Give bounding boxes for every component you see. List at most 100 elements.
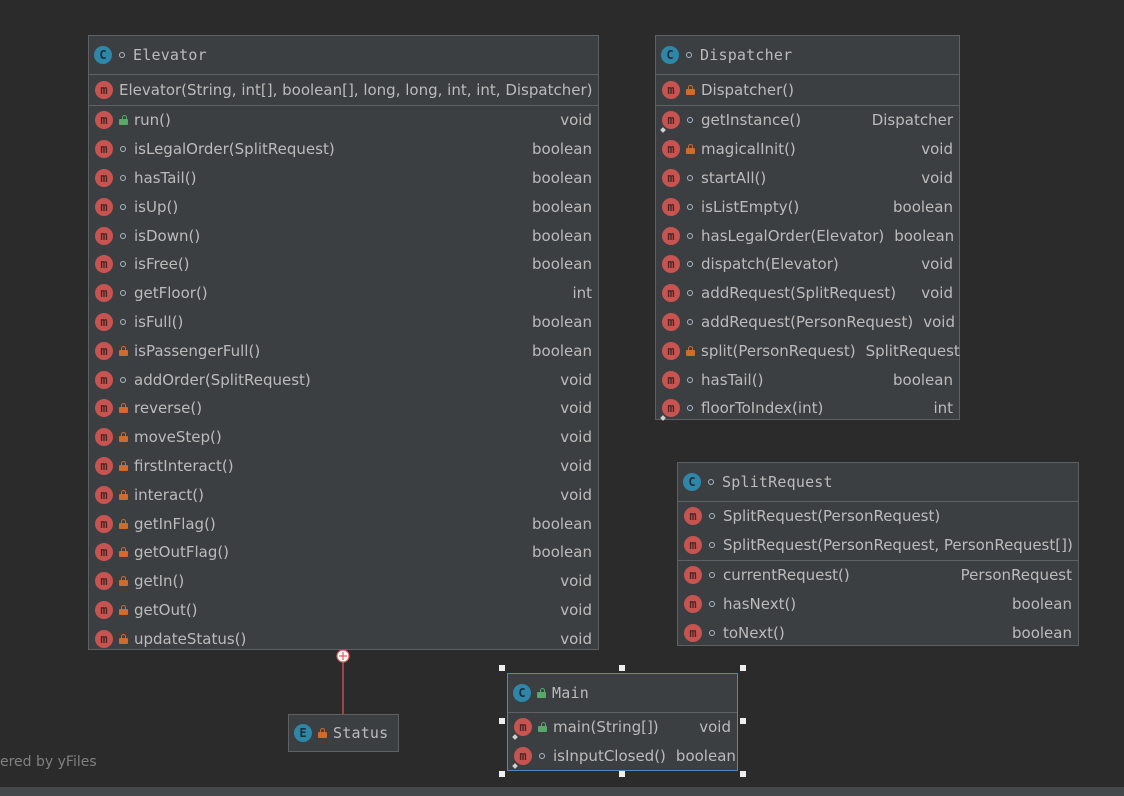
method-signature: getInstance() (701, 111, 802, 130)
return-type: void (923, 312, 955, 331)
method-signature: isInputClosed() (553, 747, 666, 766)
return-type: void (560, 485, 592, 504)
method-row[interactable]: m dispatch(Elevator) void (656, 250, 959, 279)
method-row[interactable]: m getInFlag() boolean (89, 509, 598, 538)
return-type: void (560, 456, 592, 475)
package-visibility-icon (685, 258, 695, 270)
class-header: C SplitRequest (678, 463, 1078, 502)
method-row[interactable]: m getOut() void (89, 596, 598, 625)
method-row[interactable]: m split(PersonRequest) SplitRequest (656, 336, 960, 365)
method-row[interactable]: m moveStep() void (89, 423, 598, 452)
selection-handle-e[interactable] (740, 718, 746, 724)
package-visibility-icon (684, 49, 694, 61)
method-row[interactable]: m isLegalOrder(SplitRequest) boolean (89, 135, 598, 164)
method-row[interactable]: m isUp() boolean (89, 192, 598, 221)
method-row[interactable]: m getFloor() int (89, 279, 598, 308)
method-row[interactable]: m floorToIndex(int) int (656, 394, 959, 423)
diagram-canvas[interactable]: C Elevator m Elevator(String, int[], boo… (0, 0, 1124, 796)
enum-node-status[interactable]: E Status (288, 714, 399, 752)
methods-section: m run() void m isLegalOrder(SplitRequest) boo… (89, 106, 598, 653)
return-type: boolean (532, 140, 592, 159)
package-visibility-icon (118, 316, 128, 328)
method-icon: m (95, 428, 113, 447)
constructor-row[interactable]: m Elevator(String, int[], boolean[], lon… (89, 75, 598, 105)
package-visibility-icon (707, 510, 717, 522)
package-visibility-icon (685, 316, 695, 328)
method-icon: m (95, 255, 113, 274)
class-node-dispatcher[interactable]: C Dispatcher m Dispatcher() m getInstance… (655, 35, 960, 423)
method-row[interactable]: m isPassengerFull() boolean (89, 336, 598, 365)
method-row[interactable]: m interact() void (89, 480, 598, 509)
selection-handle-se[interactable] (740, 771, 746, 777)
method-row[interactable]: m startAll() void (656, 164, 959, 193)
method-icon: m (662, 370, 680, 389)
method-row[interactable]: m addRequest(SplitRequest) void (656, 279, 959, 308)
method-icon: m (514, 747, 532, 766)
constructor-row[interactable]: m Dispatcher() (656, 75, 959, 105)
method-row[interactable]: m hasTail() boolean (89, 164, 598, 193)
method-icon: m (662, 341, 680, 360)
return-type: void (560, 370, 592, 389)
return-type: int (572, 284, 592, 303)
method-row[interactable]: m isFree() boolean (89, 250, 598, 279)
method-row[interactable]: m hasTail() boolean (656, 365, 959, 394)
package-visibility-icon (706, 476, 716, 488)
selection-handle-sw[interactable] (499, 771, 505, 777)
class-node-elevator[interactable]: C Elevator m Elevator(String, int[], boo… (88, 35, 599, 650)
method-row[interactable]: m reverse() void (89, 394, 598, 423)
return-type: boolean (532, 312, 592, 331)
method-signature: firstInteract() (134, 456, 234, 475)
method-row[interactable]: m getInstance() Dispatcher (656, 106, 959, 135)
method-row[interactable]: m getOutFlag() boolean (89, 538, 598, 567)
method-signature: hasTail() (134, 168, 197, 187)
method-row[interactable]: m addRequest(PersonRequest) void (656, 308, 959, 337)
method-signature: hasTail() (701, 370, 764, 389)
constructors-section: m SplitRequest(PersonRequest) m SplitReq… (678, 502, 1078, 561)
method-signature: currentRequest() (723, 565, 850, 584)
method-row[interactable]: m firstInteract() void (89, 452, 598, 481)
method-row[interactable]: m isDown() boolean (89, 221, 598, 250)
return-type: SplitRequest (865, 341, 960, 360)
method-row[interactable]: m hasNext() boolean (678, 589, 1078, 618)
selection-handle-n[interactable] (619, 665, 625, 671)
method-row[interactable]: m getIn() void (89, 567, 598, 596)
method-row[interactable]: m main(String[]) void (508, 713, 737, 742)
method-row[interactable]: m addOrder(SplitRequest) void (89, 365, 598, 394)
methods-section: m main(String[]) void m isInputClosed() boole… (508, 713, 737, 771)
method-row[interactable]: m magicalInit() void (656, 135, 959, 164)
method-row[interactable]: m updateStatus() void (89, 624, 598, 653)
method-row[interactable]: m isInputClosed() boolean (508, 742, 737, 771)
method-icon: m (662, 81, 680, 99)
return-type: boolean (893, 197, 953, 216)
method-signature: addRequest(PersonRequest) (701, 312, 914, 331)
class-icon: C (94, 46, 112, 64)
private-lock-icon (118, 604, 128, 616)
method-row[interactable]: m toNext() boolean (678, 618, 1078, 647)
method-icon: m (95, 543, 113, 562)
package-visibility-icon (118, 172, 128, 184)
return-type: boolean (532, 341, 592, 360)
selection-handle-w[interactable] (499, 718, 505, 724)
method-row[interactable]: m currentRequest() PersonRequest (678, 561, 1078, 590)
class-name: Dispatcher (700, 46, 793, 64)
class-name: Elevator (133, 46, 207, 64)
method-row[interactable]: m isFull() boolean (89, 308, 598, 337)
constructor-row[interactable]: m SplitRequest(PersonRequest, PersonRequ… (678, 531, 1078, 560)
class-node-split-request[interactable]: C SplitRequest m SplitRequest(PersonRequ… (677, 462, 1079, 646)
selection-handle-s[interactable] (619, 771, 625, 777)
return-type: void (560, 572, 592, 591)
return-type: boolean (532, 168, 592, 187)
methods-section: m currentRequest() PersonRequest m hasNext()… (678, 561, 1078, 647)
method-icon: m (684, 565, 702, 584)
bottom-scrollbar-track[interactable] (0, 787, 1124, 796)
class-node-main[interactable]: C Main m main(String[]) void m isInputClosed… (507, 673, 738, 771)
method-row[interactable]: m run() void (89, 106, 598, 135)
selection-handle-nw[interactable] (499, 665, 505, 671)
method-row[interactable]: m hasLegalOrder(Elevator) boolean (656, 221, 959, 250)
method-icon: m (684, 623, 702, 642)
return-type: boolean (1012, 594, 1072, 613)
method-icon: m (684, 594, 702, 613)
method-row[interactable]: m isListEmpty() boolean (656, 192, 959, 221)
constructor-row[interactable]: m SplitRequest(PersonRequest) (678, 502, 1078, 531)
selection-handle-ne[interactable] (740, 665, 746, 671)
